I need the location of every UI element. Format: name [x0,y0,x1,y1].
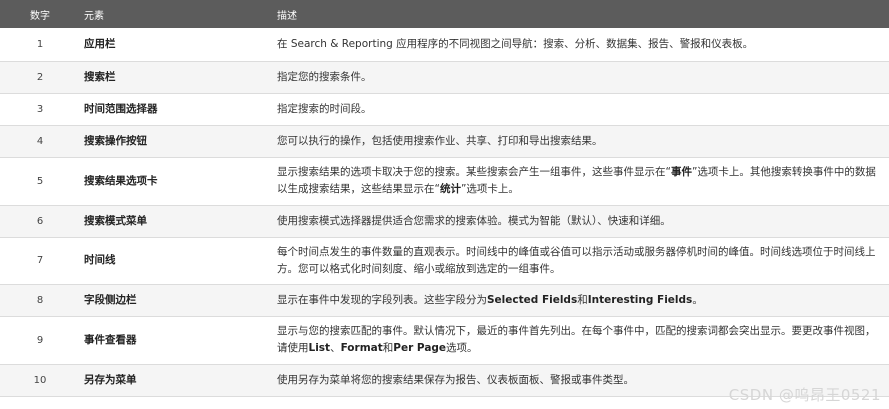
row-element: 时间范围选择器 [80,93,277,126]
table-row: 4 搜索操作按钮 您可以执行的操作，包括使用搜索作业、共享、打印和导出搜索结果。 [0,125,889,158]
header-element: 元素 [80,0,277,28]
bold-term: Format [340,342,383,354]
header-number: 数字 [0,0,80,28]
row-element: 字段侧边栏 [80,284,277,317]
row-number: 1 [0,28,80,62]
row-description: 每个时间点发生的事件数量的直观表示。时间线中的峰值或谷值可以指示活动或服务器停机… [277,237,889,285]
row-element: 搜索栏 [80,61,277,94]
row-number: 3 [0,93,80,126]
row-description: 显示搜索结果的选项卡取决于您的搜索。某些搜索会产生一组事件，这些事件显示在“事件… [277,157,889,206]
table-row: 1 应用栏 在 Search & Reporting 应用程序的不同视图之间导航… [0,28,889,62]
row-number: 4 [0,125,80,158]
bold-term: Per Page [393,342,447,354]
row-element: 应用栏 [80,28,277,62]
row-description: 在 Search & Reporting 应用程序的不同视图之间导航：搜索、分析… [277,28,889,62]
row-number: 9 [0,316,80,365]
row-number: 5 [0,157,80,206]
table-row: 9 事件查看器 显示与您的搜索匹配的事件。默认情况下，最近的事件首先列出。在每个… [0,316,889,365]
watermark: CSDN @呜昂王0521 [728,386,881,404]
header-description: 描述 [277,0,889,28]
row-number: 2 [0,61,80,94]
table-row: 6 搜索模式菜单 使用搜索模式选择器提供适合您需求的搜索体验。模式为智能（默认）… [0,205,889,238]
row-number: 7 [0,237,80,285]
row-number: 8 [0,284,80,317]
bold-term: List [308,342,331,354]
row-element: 搜索操作按钮 [80,125,277,158]
reference-table: 数字 元素 描述 1 应用栏 在 Search & Reporting 应用程序… [0,0,889,397]
row-number: 10 [0,364,80,397]
table-row: 5 搜索结果选项卡 显示搜索结果的选项卡取决于您的搜索。某些搜索会产生一组事件，… [0,157,889,206]
row-description: 指定您的搜索条件。 [277,61,889,94]
table-row: 2 搜索栏 指定您的搜索条件。 [0,61,889,94]
table-row: 8 字段侧边栏 显示在事件中发现的字段列表。这些字段分为Selected Fie… [0,284,889,317]
row-description: 显示与您的搜索匹配的事件。默认情况下，最近的事件首先列出。在每个事件中，匹配的搜… [277,316,889,365]
row-description: 您可以执行的操作，包括使用搜索作业、共享、打印和导出搜索结果。 [277,125,889,158]
row-element: 时间线 [80,237,277,285]
table-row: 7 时间线 每个时间点发生的事件数量的直观表示。时间线中的峰值或谷值可以指示活动… [0,237,889,285]
row-element: 搜索模式菜单 [80,205,277,238]
bold-term: Interesting Fields [587,293,693,306]
row-element: 另存为菜单 [80,364,277,397]
row-number: 6 [0,205,80,238]
bold-term: 统计 [439,183,461,195]
row-element: 事件查看器 [80,316,277,365]
table-row: 3 时间范围选择器 指定搜索的时间段。 [0,93,889,126]
row-element: 搜索结果选项卡 [80,157,277,206]
row-description: 指定搜索的时间段。 [277,93,889,126]
row-description: 显示在事件中发现的字段列表。这些字段分为Selected Fields和Inte… [277,284,889,317]
bold-term: 事件 [670,166,692,178]
table-header-row: 数字 元素 描述 [0,0,889,28]
row-description: 使用搜索模式选择器提供适合您需求的搜索体验。模式为智能（默认）、快速和详细。 [277,205,889,238]
bold-term: Selected Fields [487,293,578,306]
